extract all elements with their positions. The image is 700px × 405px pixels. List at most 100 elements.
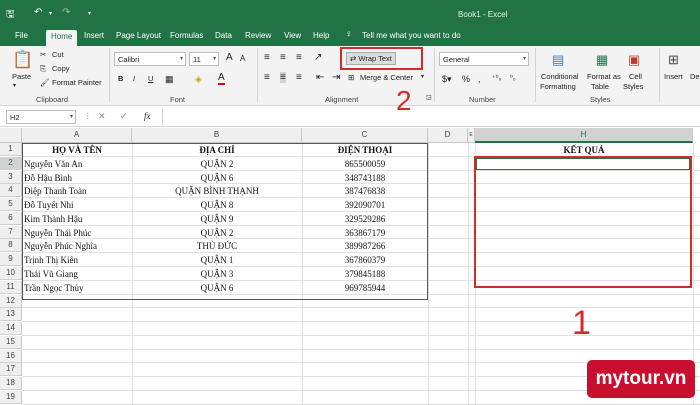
cell-address[interactable]: QUẬN 1 — [132, 254, 302, 266]
header-result[interactable]: KẾT QUẢ — [475, 144, 693, 156]
enter-icon[interactable]: ✓ — [120, 111, 128, 122]
insert-cells-button[interactable]: Insert — [664, 72, 683, 81]
active-cell-h2[interactable] — [476, 158, 690, 170]
tab-data[interactable]: Data — [215, 31, 232, 40]
cell-styles-label2[interactable]: Styles — [623, 82, 643, 91]
col-header-h[interactable]: H — [475, 128, 693, 143]
copy-icon[interactable]: ⎘ — [40, 64, 46, 74]
cell-phone[interactable]: 865500059 — [302, 158, 428, 170]
underline-button[interactable]: U — [148, 74, 153, 83]
fill-color-icon[interactable]: ◈ — [195, 74, 202, 85]
col-header-e[interactable]: E — [468, 128, 475, 143]
tab-formulas[interactable]: Formulas — [170, 31, 203, 40]
cell-phone[interactable]: 379845188 — [302, 268, 428, 280]
format-painter-icon[interactable]: 🖌 — [40, 78, 50, 87]
row-header[interactable]: 19 — [0, 391, 22, 405]
header-phone[interactable]: ĐIỆN THOẠI — [302, 144, 428, 156]
cell-styles-label[interactable]: Cell — [629, 72, 642, 81]
cell-name[interactable]: Trịnh Thị Kiên — [24, 254, 130, 266]
grow-font-button[interactable]: A — [226, 52, 233, 63]
format-as-table-label[interactable]: Format as — [587, 72, 621, 81]
undo-icon[interactable]: ↶ — [34, 7, 42, 18]
row-header[interactable]: 14 — [0, 322, 22, 336]
align-center-icon[interactable]: ≡ — [280, 72, 286, 83]
bold-button[interactable]: B — [118, 74, 123, 83]
cell-phone[interactable]: 367860379 — [302, 254, 428, 266]
row-header[interactable]: 13 — [0, 308, 22, 322]
col-header-a[interactable]: A — [22, 128, 132, 143]
cell-phone[interactable]: 969785944 — [302, 282, 428, 294]
copy-button[interactable]: Copy — [52, 64, 70, 73]
comma-button[interactable]: , — [478, 74, 481, 84]
cut-icon[interactable]: ✂ — [40, 50, 46, 59]
tab-home[interactable]: Home — [46, 30, 78, 46]
header-address[interactable]: ĐỊA CHỈ — [132, 144, 302, 156]
format-painter-button[interactable]: Format Painter — [52, 78, 102, 87]
row-header[interactable]: 7 — [0, 225, 22, 239]
tab-page-layout[interactable]: Page Layout — [116, 31, 161, 40]
cell-address[interactable]: QUẬN 6 — [132, 282, 302, 294]
tab-review[interactable]: Review — [245, 31, 271, 40]
cut-button[interactable]: Cut — [52, 50, 64, 59]
dialog-launcher-icon[interactable]: ◲ — [426, 94, 432, 101]
accounting-format-icon[interactable]: $▾ — [442, 74, 452, 85]
tab-help[interactable]: Help — [313, 31, 329, 40]
row-header[interactable]: 12 — [0, 294, 22, 308]
paste-icon[interactable]: 📋 — [12, 50, 33, 70]
tell-me-search[interactable]: Tell me what you want to do — [362, 31, 461, 40]
row-header[interactable]: 3 — [0, 170, 22, 184]
orientation-icon[interactable]: ↗ — [314, 52, 322, 63]
tab-insert[interactable]: Insert — [84, 31, 104, 40]
cell-name[interactable]: Kim Thành Hậu — [24, 213, 130, 225]
number-format-select[interactable]: General ▾ — [439, 52, 529, 66]
cell-phone[interactable]: 389987266 — [302, 240, 428, 252]
cell-address[interactable]: QUẬN 2 — [132, 158, 302, 170]
row-header[interactable]: 4 — [0, 184, 22, 198]
cell-name[interactable]: Nguyễn Phúc Nghĩa — [24, 240, 130, 252]
cell-name[interactable]: Đỗ Tuyết Nhi — [24, 199, 130, 211]
cell-address[interactable]: QUẬN 3 — [132, 268, 302, 280]
row-header[interactable]: 17 — [0, 363, 22, 377]
insert-cells-icon[interactable]: ⊞ — [668, 52, 679, 68]
cell-phone[interactable]: 392090701 — [302, 199, 428, 211]
col-header-b[interactable]: B — [132, 128, 302, 143]
cell-phone[interactable]: 348743188 — [302, 172, 428, 184]
conditional-formatting-icon[interactable]: ▤ — [552, 52, 564, 68]
row-header[interactable]: 2 — [0, 156, 22, 170]
format-as-table-icon[interactable]: ▦ — [596, 52, 608, 68]
increase-indent-icon[interactable]: ⇥ — [332, 72, 340, 83]
align-top-icon[interactable]: ≡ — [264, 52, 270, 63]
font-size-select[interactable]: 11 ▾ — [189, 52, 219, 66]
font-name-select[interactable]: Calibri ▾ — [114, 52, 186, 66]
cell-name[interactable]: Thái Vũ Giang — [24, 268, 130, 280]
row-header[interactable]: 16 — [0, 349, 22, 363]
borders-icon[interactable]: ▦ — [165, 74, 174, 85]
row-header[interactable]: 8 — [0, 239, 22, 253]
redo-icon[interactable]: ↷ — [62, 7, 70, 18]
decrease-indent-icon[interactable]: ⇤ — [316, 72, 324, 83]
customize-toolbar-icon[interactable]: ▾ — [88, 10, 91, 17]
select-all-corner[interactable] — [0, 128, 22, 143]
align-middle-icon[interactable]: ≡ — [280, 52, 286, 63]
chevron-down-icon[interactable]: ▾ — [421, 73, 424, 80]
align-left-icon[interactable]: ≡ — [264, 72, 270, 83]
cell-phone[interactable]: 363867179 — [302, 227, 428, 239]
formula-input[interactable] — [162, 109, 698, 125]
merge-center-button[interactable]: Merge & Center — [360, 73, 413, 82]
align-bottom-icon[interactable]: ≡ — [296, 52, 302, 63]
row-header[interactable]: 9 — [0, 253, 22, 267]
col-header-c[interactable]: C — [302, 128, 428, 143]
format-as-table-label2[interactable]: Table — [591, 82, 609, 91]
cell-styles-icon[interactable]: ▣ — [628, 52, 640, 68]
cell-address[interactable]: QUẬN 9 — [132, 213, 302, 225]
shrink-font-button[interactable]: A — [240, 54, 245, 63]
cell-address[interactable]: QUẬN BÌNH THẠNH — [132, 185, 302, 197]
paste-dropdown-icon[interactable]: ▾ — [13, 82, 16, 89]
save-icon[interactable]: 🖫 — [6, 7, 15, 24]
insert-function-button[interactable]: fx — [144, 111, 151, 121]
cell-name[interactable]: Đỗ Hậu Bình — [24, 172, 130, 184]
row-header[interactable]: 11 — [0, 280, 22, 294]
conditional-formatting-label2[interactable]: Formatting — [540, 82, 576, 91]
cell-phone[interactable]: 387476838 — [302, 185, 428, 197]
conditional-formatting-label[interactable]: Conditional — [541, 72, 579, 81]
